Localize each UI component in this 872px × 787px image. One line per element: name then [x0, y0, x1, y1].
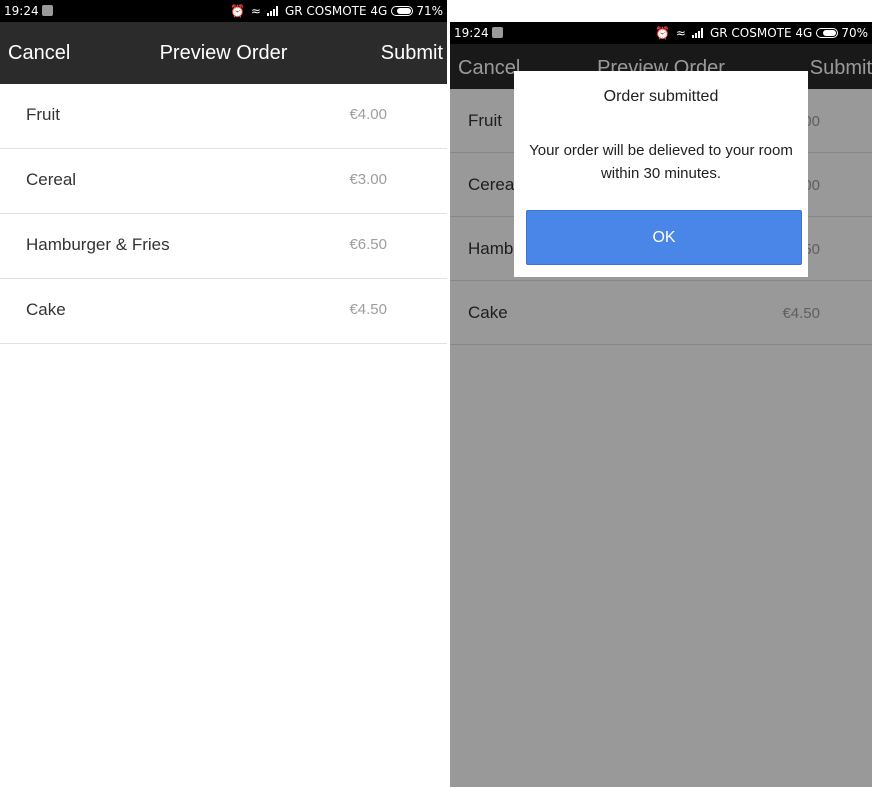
signal-icon	[691, 28, 704, 38]
status-icons: ⏰ ≈ GR COSMOTE 4G 71%	[230, 4, 443, 18]
screen-preview-order: 19:24 ⏰ ≈ GR COSMOTE 4G 71% Cancel Previ…	[0, 0, 447, 787]
battery-icon	[391, 6, 414, 16]
item-price: €4.50	[349, 301, 387, 318]
submit-button[interactable]: Submit	[381, 42, 443, 65]
item-price: €6.50	[349, 236, 387, 253]
battery-icon	[816, 28, 839, 38]
status-time: 19:24	[4, 4, 39, 18]
status-time: 19:24	[454, 26, 489, 40]
list-item[interactable]: Fruit €4.00	[0, 84, 447, 149]
status-bar: 19:24 ⏰ ≈ GR COSMOTE 4G 71%	[0, 0, 447, 22]
list-item[interactable]: Cereal €3.00	[0, 149, 447, 214]
dialog-message: Your order will be delieved to your room…	[529, 142, 793, 182]
carrier-label: GR COSMOTE 4G	[709, 26, 813, 40]
carrier-label: GR COSMOTE 4G	[284, 4, 388, 18]
app-bar: Cancel Preview Order Submit	[0, 22, 447, 84]
status-bar: 19:24 ⏰ ≈ GR COSMOTE 4G 70%	[450, 22, 872, 44]
order-submitted-dialog: Order submitted Your order will be delie…	[514, 71, 808, 277]
wifi-icon: ≈	[250, 4, 261, 18]
item-price: €4.00	[349, 106, 387, 123]
notification-icon	[42, 5, 53, 16]
wifi-icon: ≈	[675, 26, 686, 40]
list-item[interactable]: Cake €4.50	[0, 279, 447, 344]
battery-percent: 71%	[416, 4, 443, 18]
item-name: Cake	[26, 300, 66, 319]
signal-icon	[266, 6, 279, 16]
status-icons: ⏰ ≈ GR COSMOTE 4G 70%	[655, 26, 868, 40]
list-item[interactable]: Hamburger & Fries €6.50	[0, 214, 447, 279]
item-name: Hamburger & Fries	[26, 235, 170, 254]
ok-button[interactable]: OK	[526, 210, 802, 265]
alarm-icon: ⏰	[229, 4, 245, 18]
item-name: Cereal	[26, 170, 77, 189]
item-price: €3.00	[349, 171, 387, 188]
item-name: Fruit	[26, 105, 60, 124]
screen-order-submitted: 19:24 ⏰ ≈ GR COSMOTE 4G 70% Cancel Previ…	[450, 22, 872, 787]
order-list: Fruit €4.00 Cereal €3.00 Hamburger & Fri…	[0, 84, 447, 344]
battery-percent: 70%	[841, 26, 868, 40]
dialog-title: Order submitted	[603, 88, 719, 105]
notification-icon	[492, 27, 503, 38]
alarm-icon: ⏰	[654, 26, 670, 40]
